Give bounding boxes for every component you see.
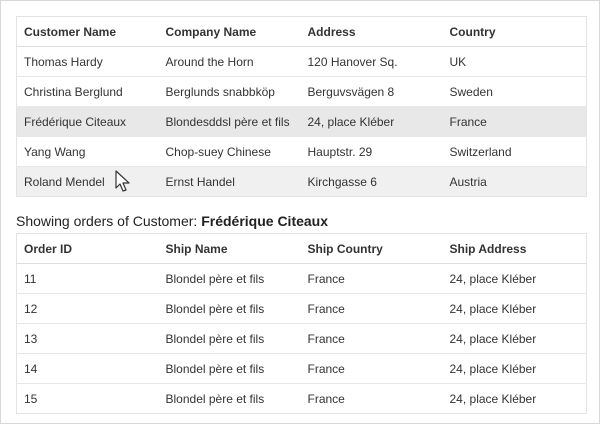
ship-country-cell[interactable]: France xyxy=(301,384,443,414)
ship-name-cell[interactable]: Blondel père et fils xyxy=(159,384,301,414)
customer-row[interactable]: Yang Wang Chop-suey Chinese Hauptstr. 29… xyxy=(16,136,587,167)
orders-header-row: Order ID Ship Name Ship Country Ship Add… xyxy=(16,233,587,264)
company-name-cell[interactable]: Around the Horn xyxy=(158,46,301,77)
country-cell[interactable]: Sweden xyxy=(442,76,587,107)
country-cell[interactable]: Switzerland xyxy=(442,136,587,167)
country-cell[interactable]: Austria xyxy=(442,166,587,197)
column-header-ship-country[interactable]: Ship Country xyxy=(300,233,443,264)
address-cell[interactable]: Hauptstr. 29 xyxy=(300,136,443,167)
order-id-cell[interactable]: 14 xyxy=(16,353,159,384)
column-header-company-name[interactable]: Company Name xyxy=(158,16,301,47)
column-header-country[interactable]: Country xyxy=(442,16,587,47)
ship-address-cell[interactable]: 24, place Kléber xyxy=(442,263,587,294)
customer-row-selected[interactable]: Frédérique Citeaux Blondesddsl père et f… xyxy=(16,106,587,137)
country-cell[interactable]: UK xyxy=(442,46,587,77)
column-header-customer-name[interactable]: Customer Name xyxy=(16,16,159,47)
column-header-order-id[interactable]: Order ID xyxy=(16,233,159,264)
customer-name-cell[interactable]: Christina Berglund xyxy=(16,76,159,107)
column-header-address[interactable]: Address xyxy=(300,16,443,47)
ship-address-cell[interactable]: 24, place Kléber xyxy=(442,323,587,354)
ship-country-cell[interactable]: France xyxy=(300,263,443,294)
order-row[interactable]: 11 Blondel père et fils France 24, place… xyxy=(16,263,587,294)
order-id-cell[interactable]: 11 xyxy=(16,263,159,294)
order-id-cell[interactable]: 12 xyxy=(16,293,159,324)
caption-customer-name: Frédérique Citeaux xyxy=(201,213,329,229)
order-id-cell[interactable]: 13 xyxy=(16,323,159,354)
orders-caption: Showing orders of Customer: Frédérique C… xyxy=(16,213,328,229)
mouse-pointer-icon xyxy=(115,170,130,192)
customer-row[interactable]: Christina Berglund Berglunds snabbköp Be… xyxy=(16,76,587,107)
ship-country-cell[interactable]: France xyxy=(300,323,443,354)
customer-row[interactable]: Thomas Hardy Around the Horn 120 Hanover… xyxy=(16,46,587,77)
order-row[interactable]: 14 Blondel père et fils France 24, place… xyxy=(16,353,587,384)
company-name-cell[interactable]: Ernst Handel xyxy=(158,166,301,197)
order-row[interactable]: 12 Blondel père et fils France 24, place… xyxy=(16,293,587,324)
ship-name-cell[interactable]: Blondel père et fils xyxy=(158,263,301,294)
ship-name-cell[interactable]: Blondel père et fils xyxy=(158,323,301,354)
address-cell[interactable]: Berguvsvägen 8 xyxy=(300,76,443,107)
customer-name-cell[interactable]: Frédérique Citeaux xyxy=(16,106,159,137)
customers-grid: Customer Name Company Name Address Count… xyxy=(16,16,587,197)
customer-name-cell[interactable]: Yang Wang xyxy=(16,136,159,167)
ship-country-cell[interactable]: France xyxy=(300,353,443,384)
order-row[interactable]: 15 Blondel père et fils France 24, place… xyxy=(17,384,587,414)
ship-country-cell[interactable]: France xyxy=(300,293,443,324)
app-frame: Customer Name Company Name Address Count… xyxy=(0,0,600,424)
ship-name-cell[interactable]: Blondel père et fils xyxy=(158,353,301,384)
order-row[interactable]: 13 Blondel père et fils France 24, place… xyxy=(16,323,587,354)
column-header-ship-name[interactable]: Ship Name xyxy=(158,233,301,264)
company-name-cell[interactable]: Berglunds snabbköp xyxy=(158,76,301,107)
customers-header-row: Customer Name Company Name Address Count… xyxy=(16,16,587,47)
ship-address-cell[interactable]: 24, place Kléber xyxy=(443,384,587,414)
address-cell[interactable]: 120 Hanover Sq. xyxy=(300,46,443,77)
customer-name-cell[interactable]: Roland Mendel xyxy=(16,166,159,197)
company-name-cell[interactable]: Chop-suey Chinese xyxy=(158,136,301,167)
address-cell[interactable]: 24, place Kléber xyxy=(300,106,443,137)
ship-name-cell[interactable]: Blondel père et fils xyxy=(158,293,301,324)
caption-prefix: Showing orders of Customer: xyxy=(16,213,198,229)
company-name-cell[interactable]: Blondesddsl père et fils xyxy=(158,106,301,137)
address-cell[interactable]: Kirchgasse 6 xyxy=(300,166,443,197)
orders-grid: Order ID Ship Name Ship Country Ship Add… xyxy=(16,233,587,414)
customer-row-hovered[interactable]: Roland Mendel Ernst Handel Kirchgasse 6 … xyxy=(16,166,587,197)
ship-address-cell[interactable]: 24, place Kléber xyxy=(442,353,587,384)
column-header-ship-address[interactable]: Ship Address xyxy=(442,233,587,264)
order-id-cell[interactable]: 15 xyxy=(17,384,159,414)
ship-address-cell[interactable]: 24, place Kléber xyxy=(442,293,587,324)
customer-name-cell[interactable]: Thomas Hardy xyxy=(16,46,159,77)
country-cell[interactable]: France xyxy=(442,106,587,137)
